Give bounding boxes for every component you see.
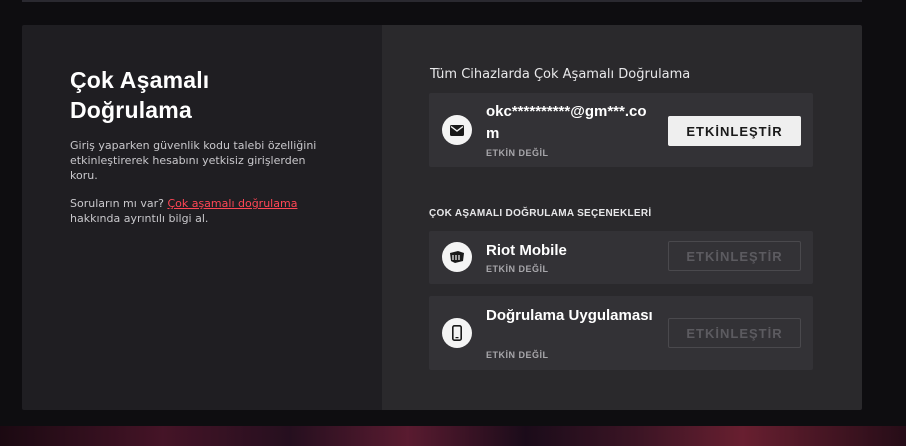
- page-title: Çok Aşamalı Doğrulama: [70, 67, 210, 123]
- enable-email-mfa-button[interactable]: ETKİNLEŞTİR: [668, 116, 801, 146]
- help-suffix: hakkında ayrıntılı bilgi al.: [70, 212, 209, 225]
- info-panel: Çok Aşamalı Doğrulama Giriş yaparken güv…: [22, 25, 382, 410]
- auth-app-row: Doğrulama Uygulaması ETKİN DEĞİL ETKİNLE…: [429, 296, 813, 370]
- options-title: ÇOK AŞAMALI DOĞRULAMA SEÇENEKLERİ: [429, 208, 652, 219]
- mfa-card: Çok Aşamalı Doğrulama Giriş yaparken güv…: [22, 25, 862, 410]
- riot-mobile-row: Riot Mobile ETKİN DEĞİL ETKİNLEŞTİR: [429, 231, 813, 284]
- phone-icon: [442, 318, 472, 348]
- background-image-strip: [0, 426, 906, 446]
- riot-mobile-label: Riot Mobile: [486, 242, 567, 259]
- auth-app-status: ETKİN DEĞİL: [486, 350, 549, 360]
- mail-icon: [442, 115, 472, 145]
- settings-panel: Tüm Cihazlarda Çok Aşamalı Doğrulama okc…: [382, 25, 862, 410]
- enable-auth-app-button[interactable]: ETKİNLEŞTİR: [668, 318, 801, 348]
- description-text: Giriş yaparken güvenlik kodu talebi özel…: [70, 139, 317, 182]
- email-status: ETKİN DEĞİL: [486, 148, 549, 158]
- enable-riot-mobile-button[interactable]: ETKİNLEŞTİR: [668, 241, 801, 271]
- riot-fist-icon: [442, 242, 472, 272]
- help-text: Soruların mı var? Çok aşamalı doğrulama …: [70, 196, 330, 226]
- mfa-help-link[interactable]: Çok aşamalı doğrulama: [167, 197, 297, 210]
- top-divider: [22, 0, 862, 2]
- all-devices-title: Tüm Cihazlarda Çok Aşamalı Doğrulama: [430, 67, 691, 82]
- riot-mobile-status: ETKİN DEĞİL: [486, 264, 549, 274]
- email-address: okc**********@gm***.com: [486, 103, 647, 142]
- auth-app-label: Doğrulama Uygulaması: [486, 307, 653, 324]
- email-mfa-row: okc**********@gm***.com ETKİN DEĞİL ETKİ…: [429, 93, 813, 167]
- help-prefix: Soruların mı var?: [70, 197, 168, 210]
